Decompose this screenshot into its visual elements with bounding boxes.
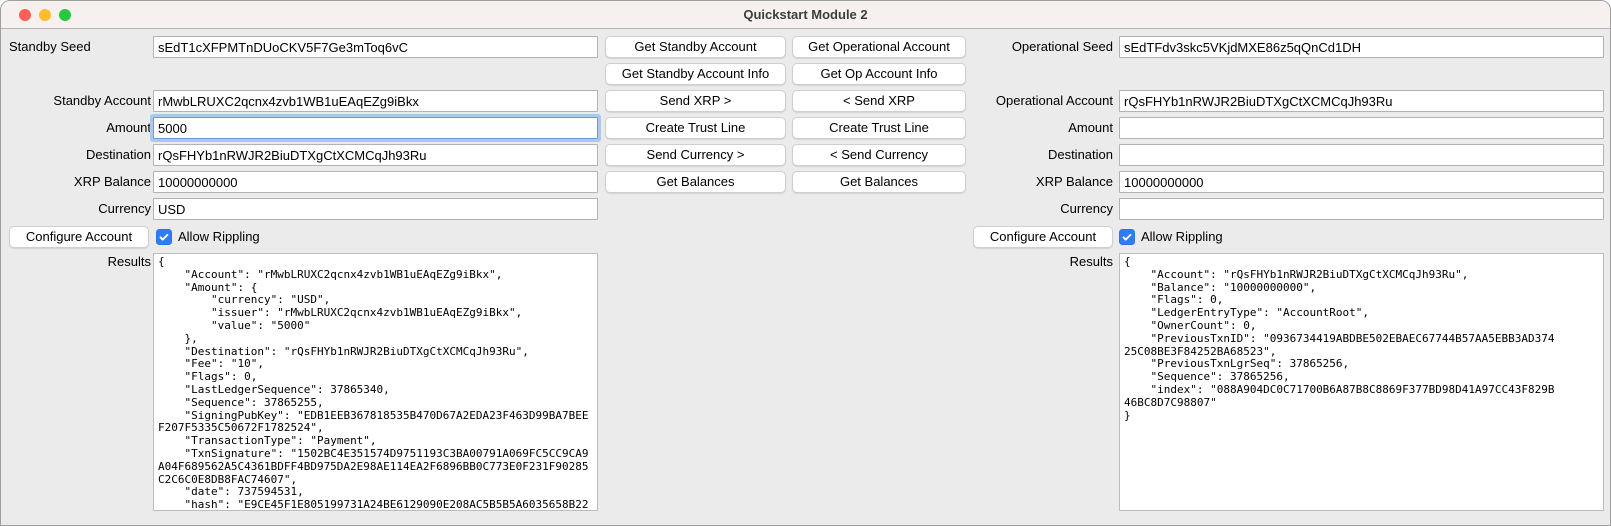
standby-destination-input[interactable] <box>153 144 598 166</box>
standby-allow-rippling-checkbox[interactable] <box>156 229 172 245</box>
send-currency-left-button[interactable]: < Send Currency <box>792 144 966 166</box>
operational-results-text: { "Account": "rQsFHYb1nRWJR2BiuDTXgCtXCM… <box>1124 256 1557 422</box>
standby-allow-rippling-label: Allow Rippling <box>178 226 260 248</box>
operational-seed-input[interactable] <box>1119 36 1604 58</box>
title-bar: Quickstart Module 2 <box>1 1 1610 29</box>
standby-create-trust-line-button[interactable]: Create Trust Line <box>605 117 786 139</box>
get-operational-account-button[interactable]: Get Operational Account <box>792 36 966 58</box>
standby-get-balances-button[interactable]: Get Balances <box>605 171 786 193</box>
checkmark-icon <box>1121 231 1133 243</box>
operational-configure-account-button[interactable]: Configure Account <box>973 226 1113 248</box>
standby-results-textarea[interactable]: { "Account": "rMwbLRUXC2qcnx4zvb1WB1uEAq… <box>153 253 598 511</box>
standby-seed-input[interactable] <box>153 36 598 58</box>
standby-xrp-balance-label: XRP Balance <box>1 171 151 193</box>
operational-xrp-balance-label: XRP Balance <box>963 171 1113 193</box>
send-xrp-left-button[interactable]: < Send XRP <box>792 90 966 112</box>
operational-currency-input[interactable] <box>1119 198 1604 220</box>
operational-account-input[interactable] <box>1119 90 1604 112</box>
standby-configure-account-button[interactable]: Configure Account <box>9 226 149 248</box>
operational-seed-label: Operational Seed <box>963 36 1113 58</box>
standby-account-label: Standby Account <box>1 90 151 112</box>
operational-account-label: Operational Account <box>963 90 1113 112</box>
send-xrp-right-button[interactable]: Send XRP > <box>605 90 786 112</box>
operational-get-balances-button[interactable]: Get Balances <box>792 171 966 193</box>
standby-account-input[interactable] <box>153 90 598 112</box>
standby-destination-label: Destination <box>1 144 151 166</box>
standby-amount-label: Amount <box>1 117 151 139</box>
get-standby-account-info-button[interactable]: Get Standby Account Info <box>605 63 786 85</box>
standby-amount-input[interactable] <box>153 117 598 139</box>
standby-currency-label: Currency <box>1 198 151 220</box>
operational-xrp-balance-input[interactable] <box>1119 171 1604 193</box>
send-currency-right-button[interactable]: Send Currency > <box>605 144 786 166</box>
operational-destination-input[interactable] <box>1119 144 1604 166</box>
operational-amount-input[interactable] <box>1119 117 1604 139</box>
operational-results-label: Results <box>963 254 1113 270</box>
get-standby-account-button[interactable]: Get Standby Account <box>605 36 786 58</box>
standby-seed-label: Standby Seed <box>9 36 151 58</box>
checkmark-icon <box>158 231 170 243</box>
operational-amount-label: Amount <box>963 117 1113 139</box>
standby-results-text: { "Account": "rMwbLRUXC2qcnx4zvb1WB1uEAq… <box>158 256 591 511</box>
operational-create-trust-line-button[interactable]: Create Trust Line <box>792 117 966 139</box>
app-window: Quickstart Module 2 Standby Seed Standby… <box>0 0 1611 526</box>
standby-results-label: Results <box>1 254 151 270</box>
standby-currency-input[interactable] <box>153 198 598 220</box>
standby-xrp-balance-input[interactable] <box>153 171 598 193</box>
get-op-account-info-button[interactable]: Get Op Account Info <box>792 63 966 85</box>
operational-destination-label: Destination <box>963 144 1113 166</box>
operational-allow-rippling-label: Allow Rippling <box>1141 226 1223 248</box>
operational-currency-label: Currency <box>963 198 1113 220</box>
window-title: Quickstart Module 2 <box>1 1 1610 29</box>
operational-allow-rippling-checkbox[interactable] <box>1119 229 1135 245</box>
operational-results-textarea[interactable]: { "Account": "rQsFHYb1nRWJR2BiuDTXgCtXCM… <box>1119 253 1604 511</box>
